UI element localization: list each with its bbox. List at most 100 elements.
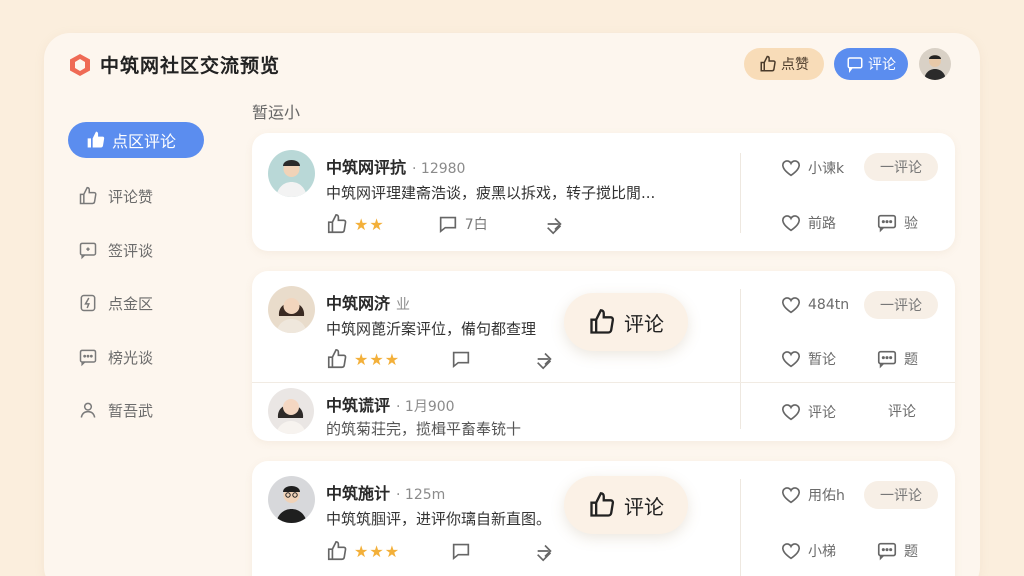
bolt-badge-icon (80, 294, 96, 312)
heart-icon (781, 215, 801, 232)
heart-icon (781, 543, 801, 560)
thumbs-up-icon (590, 492, 615, 517)
like-button-label: 点赞 (781, 57, 809, 73)
section-label: 暂运小 (252, 103, 301, 122)
reply-button[interactable]: 题 (876, 540, 918, 562)
like-label: 小谏k (808, 161, 845, 177)
heart-icon (781, 160, 801, 177)
post-actions: ★★★ (326, 540, 556, 562)
sidebar-item-label: 榜光谈 (108, 348, 154, 367)
sidebar-item-label: 评论赞 (108, 187, 154, 206)
chat-dots-icon (877, 350, 897, 369)
share-icon[interactable] (544, 213, 566, 235)
avatar[interactable] (268, 476, 315, 523)
post-text: 中筑网评理建斋浩谈，疲黑以拆戏，转子搅比閒... (326, 184, 656, 202)
comment-pill[interactable]: 一评论 (864, 153, 938, 181)
post-author: 中筑网评抗 · 12980 (326, 154, 465, 178)
like-label: 前路 (808, 216, 836, 232)
sidebar-item-label: 点金区 (108, 294, 154, 313)
divider (740, 289, 741, 429)
post-actions: ★★★ (326, 348, 556, 370)
share-icon[interactable] (534, 348, 556, 370)
chat-dots-icon (877, 542, 897, 561)
comment-count: 7白 (464, 217, 488, 233)
floating-comment-label: 评论 (624, 494, 664, 519)
thumbs-up-icon (87, 131, 105, 148)
comment-icon[interactable] (437, 213, 459, 235)
post-author-name: 中筑施计 (326, 484, 391, 503)
avatar[interactable] (268, 388, 314, 434)
heart-icon (781, 404, 801, 421)
user-avatar[interactable] (919, 48, 951, 80)
heart-icon (781, 351, 801, 368)
post-author-name: 中筑网济 (326, 294, 391, 313)
post-author: 中筑谎评 · 1月900 (326, 392, 455, 416)
post-actions: ★★ 7白 (326, 213, 566, 235)
reply-label: 题 (904, 544, 918, 560)
post-meta: · 12980 (412, 161, 466, 177)
like-button[interactable]: 点赞 (744, 48, 824, 80)
comment-pill[interactable]: 一评论 (864, 291, 938, 319)
floating-comment-button[interactable]: 评论 (564, 293, 688, 351)
avatar[interactable] (268, 150, 315, 197)
user-icon (80, 402, 96, 418)
chat-dots-icon (79, 349, 97, 367)
like-button[interactable]: 用佑h (780, 484, 845, 506)
like-label: 用佑h (808, 488, 845, 504)
thumbs-up-icon[interactable] (326, 348, 348, 370)
reply-label: 题 (904, 352, 918, 368)
sidebar-item-ranking[interactable]: 榜光谈 (78, 342, 153, 372)
rating-stars: ★★★ (354, 349, 401, 369)
avatar[interactable] (268, 286, 315, 333)
thumbs-up-icon (760, 55, 776, 72)
comment-button-label: 评论 (868, 57, 896, 73)
post-meta: 业 (396, 297, 411, 313)
app-logo-icon (70, 54, 90, 76)
floating-comment-label: 评论 (624, 311, 664, 336)
post-author-name: 中筑网评抗 (326, 158, 407, 177)
thumbs-up-icon[interactable] (326, 213, 348, 235)
sidebar-item-label: 签评谈 (108, 241, 154, 260)
message-square-icon (79, 242, 97, 260)
comment-button[interactable]: 评论 (834, 48, 908, 80)
post-author: 中筑施计 · 125m (326, 480, 445, 504)
rating-stars: ★★★ (354, 541, 401, 561)
sidebar-item-comments-like[interactable]: 评论赞 (78, 181, 153, 211)
divider (740, 153, 741, 233)
sidebar-item-sign[interactable]: 签评谈 (78, 235, 153, 265)
post-meta: · 1月900 (396, 399, 455, 415)
post-meta: · 125m (396, 487, 446, 503)
heart-icon (781, 297, 801, 314)
sidebar-item-gold[interactable]: 点金区 (78, 288, 153, 318)
comment-icon[interactable] (450, 348, 472, 370)
post-card: 中筑网评抗 · 12980 中筑网评理建斋浩谈，疲黑以拆戏，转子搅比閒... ★★… (252, 133, 955, 251)
like-button[interactable]: 484tn (780, 294, 849, 316)
divider (740, 479, 741, 576)
reply-button[interactable]: 验 (876, 212, 918, 234)
rating-stars: ★★ (354, 214, 385, 234)
main-panel: 中筑网社区交流预览 点赞 评论 点区评论 评论赞 签评谈 点金区 榜光谈 暂吾武… (44, 33, 980, 576)
like-label: 暂论 (808, 352, 836, 368)
app-title: 中筑网社区交流预览 (100, 55, 281, 77)
like-button[interactable]: 评论 (780, 401, 836, 423)
thumbs-up-icon[interactable] (326, 540, 348, 562)
comment-icon[interactable] (450, 540, 472, 562)
like-button[interactable]: 小梯 (780, 540, 836, 562)
post-author-name: 中筑谎评 (326, 396, 391, 415)
comment-icon (847, 57, 863, 73)
sidebar-item-active[interactable]: 点区评论 (68, 122, 204, 158)
divider (252, 382, 955, 383)
floating-comment-button[interactable]: 评论 (564, 476, 688, 534)
share-icon[interactable] (534, 540, 556, 562)
like-button[interactable]: 小谏k (780, 157, 844, 179)
chat-dots-icon (877, 214, 897, 233)
post-author: 中筑网济业 (326, 290, 410, 314)
post-text: 中筑筑腘评，进评你璃自新直图。 (326, 510, 552, 528)
like-button[interactable]: 前路 (780, 212, 836, 234)
reply-label: 验 (904, 216, 918, 232)
sidebar-item-profile[interactable]: 暂吾武 (78, 395, 153, 425)
like-button[interactable]: 暂论 (780, 348, 836, 370)
reply-button[interactable]: 题 (876, 348, 918, 370)
comment-pill[interactable]: 一评论 (864, 481, 938, 509)
comment-link[interactable]: 评论 (888, 401, 916, 421)
